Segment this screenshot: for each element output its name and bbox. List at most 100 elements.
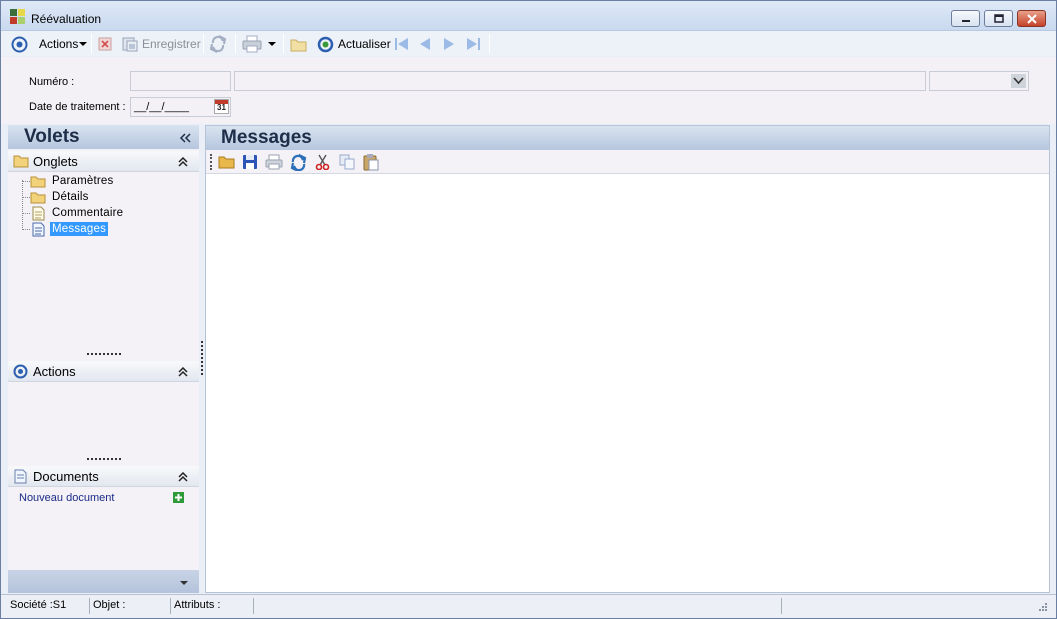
- documents-title: Documents: [33, 469, 99, 484]
- status-objet: Objet :: [90, 598, 171, 614]
- messages-title: Messages: [221, 127, 312, 148]
- status-attributs: Attributs :: [171, 598, 254, 614]
- numero-label: Numéro :: [29, 76, 75, 88]
- tree-item-details[interactable]: Détails: [30, 189, 91, 205]
- first-record-button[interactable]: [394, 34, 410, 54]
- refresh-icon[interactable]: [290, 154, 307, 171]
- delete-icon: [98, 37, 112, 51]
- section-splitter[interactable]: [87, 458, 121, 460]
- numero-description-input[interactable]: [234, 71, 926, 91]
- right-pane: Messages: [205, 125, 1050, 593]
- document-icon: [32, 206, 45, 220]
- folder-icon: [30, 176, 46, 187]
- refresh-label: Actualiser: [338, 37, 391, 51]
- date-label: Date de traitement :: [29, 101, 126, 113]
- refresh-action-button[interactable]: Actualiser: [317, 34, 391, 54]
- actions-menu-label: Actions: [39, 37, 79, 51]
- document-icon: [14, 469, 27, 484]
- copy-icon[interactable]: [339, 154, 355, 170]
- save-icon: [122, 37, 138, 52]
- tree-label-selected: Messages: [50, 222, 109, 236]
- tree-item-commentaire[interactable]: Commentaire: [30, 205, 125, 221]
- last-record-button[interactable]: [465, 34, 481, 54]
- save-button[interactable]: Enregistrer: [122, 34, 201, 54]
- refresh-button[interactable]: [209, 34, 227, 54]
- section-splitter[interactable]: [87, 353, 121, 355]
- collapse-icon[interactable]: [178, 472, 188, 482]
- toolbar-grip[interactable]: [210, 154, 212, 170]
- close-button[interactable]: [1017, 10, 1046, 27]
- close-icon: [1027, 14, 1037, 24]
- numero-code-input[interactable]: [130, 71, 231, 91]
- tree-label: Détails: [52, 191, 89, 203]
- actions-menu-button[interactable]: Actions: [11, 34, 88, 54]
- onglets-section-header[interactable]: Onglets: [8, 151, 199, 172]
- save-icon[interactable]: [242, 154, 258, 170]
- title-bar: Réévaluation: [1, 1, 1056, 31]
- left-pane: Volets Onglets Paramètres Détails Commen…: [8, 125, 199, 593]
- cut-icon[interactable]: [315, 154, 330, 170]
- print-icon: [242, 35, 262, 53]
- collapse-left-icon[interactable]: [179, 133, 191, 143]
- volets-header: Volets: [8, 125, 199, 149]
- new-document-link[interactable]: Nouveau document: [19, 492, 114, 504]
- tree-label: Commentaire: [52, 207, 124, 219]
- previous-icon: [420, 38, 430, 50]
- folder-icon: [30, 192, 46, 203]
- actions-section-header[interactable]: Actions: [8, 361, 199, 382]
- main-toolbar: Actions Enregistrer Actualiser: [1, 31, 1056, 56]
- save-label: Enregistrer: [142, 37, 201, 51]
- first-icon: [395, 38, 408, 50]
- print-dropdown-icon[interactable]: [268, 41, 276, 47]
- window-title: Réévaluation: [31, 12, 102, 26]
- status-empty-2: [782, 598, 1032, 614]
- chevron-down-icon: [1011, 74, 1026, 88]
- paste-icon[interactable]: [363, 154, 379, 171]
- calendar-icon[interactable]: 31: [214, 99, 229, 114]
- chevron-down-icon[interactable]: [180, 580, 188, 586]
- onglets-title: Onglets: [33, 154, 78, 169]
- tree-guide: [22, 180, 23, 230]
- previous-record-button[interactable]: [418, 34, 432, 54]
- actions-title: Actions: [33, 364, 76, 379]
- volets-title: Volets: [24, 126, 80, 147]
- next-record-button[interactable]: [442, 34, 456, 54]
- print-button[interactable]: [242, 34, 276, 54]
- maximize-button[interactable]: [984, 10, 1013, 27]
- collapse-icon[interactable]: [178, 367, 188, 377]
- tree-label: Paramètres: [52, 175, 114, 187]
- minimize-icon: [962, 20, 970, 22]
- status-bar: Société :S1 Objet : Attributs :: [1, 594, 1056, 618]
- pane-splitter[interactable]: [201, 341, 203, 375]
- form-area: Numéro : Date de traitement : __/__/____…: [1, 57, 1056, 124]
- app-icon: [10, 9, 26, 25]
- add-icon[interactable]: [173, 492, 184, 503]
- messages-toolbar: [206, 150, 1049, 174]
- status-empty-1: [254, 598, 782, 614]
- open-folder-button[interactable]: [290, 34, 307, 54]
- resize-grip-icon[interactable]: [1036, 602, 1048, 614]
- main-window: Réévaluation Actions Enregistrer Actuali…: [0, 0, 1057, 619]
- tree-item-parametres[interactable]: Paramètres: [30, 173, 115, 189]
- delete-button[interactable]: [98, 34, 112, 54]
- minimize-button[interactable]: [951, 10, 980, 27]
- chevron-down-icon: [79, 42, 88, 46]
- folder-icon[interactable]: [218, 154, 235, 169]
- tree-item-messages[interactable]: Messages: [30, 221, 109, 237]
- document-icon: [32, 222, 45, 236]
- folder-icon: [290, 39, 307, 51]
- refresh-green-icon: [317, 36, 334, 52]
- print-icon[interactable]: [265, 154, 283, 170]
- maximize-icon: [994, 14, 1004, 23]
- documents-section-header[interactable]: Documents: [8, 466, 199, 487]
- collapse-icon[interactable]: [178, 157, 188, 167]
- messages-header: Messages: [206, 126, 1049, 150]
- next-icon: [444, 38, 454, 50]
- calendar-day: 31: [217, 103, 226, 112]
- actions-circle-icon: [13, 364, 28, 379]
- left-pane-footer: [8, 570, 199, 593]
- folder-icon: [13, 155, 29, 168]
- numero-select[interactable]: [929, 71, 1029, 91]
- actions-circle-icon: [11, 36, 28, 52]
- last-icon: [467, 38, 480, 50]
